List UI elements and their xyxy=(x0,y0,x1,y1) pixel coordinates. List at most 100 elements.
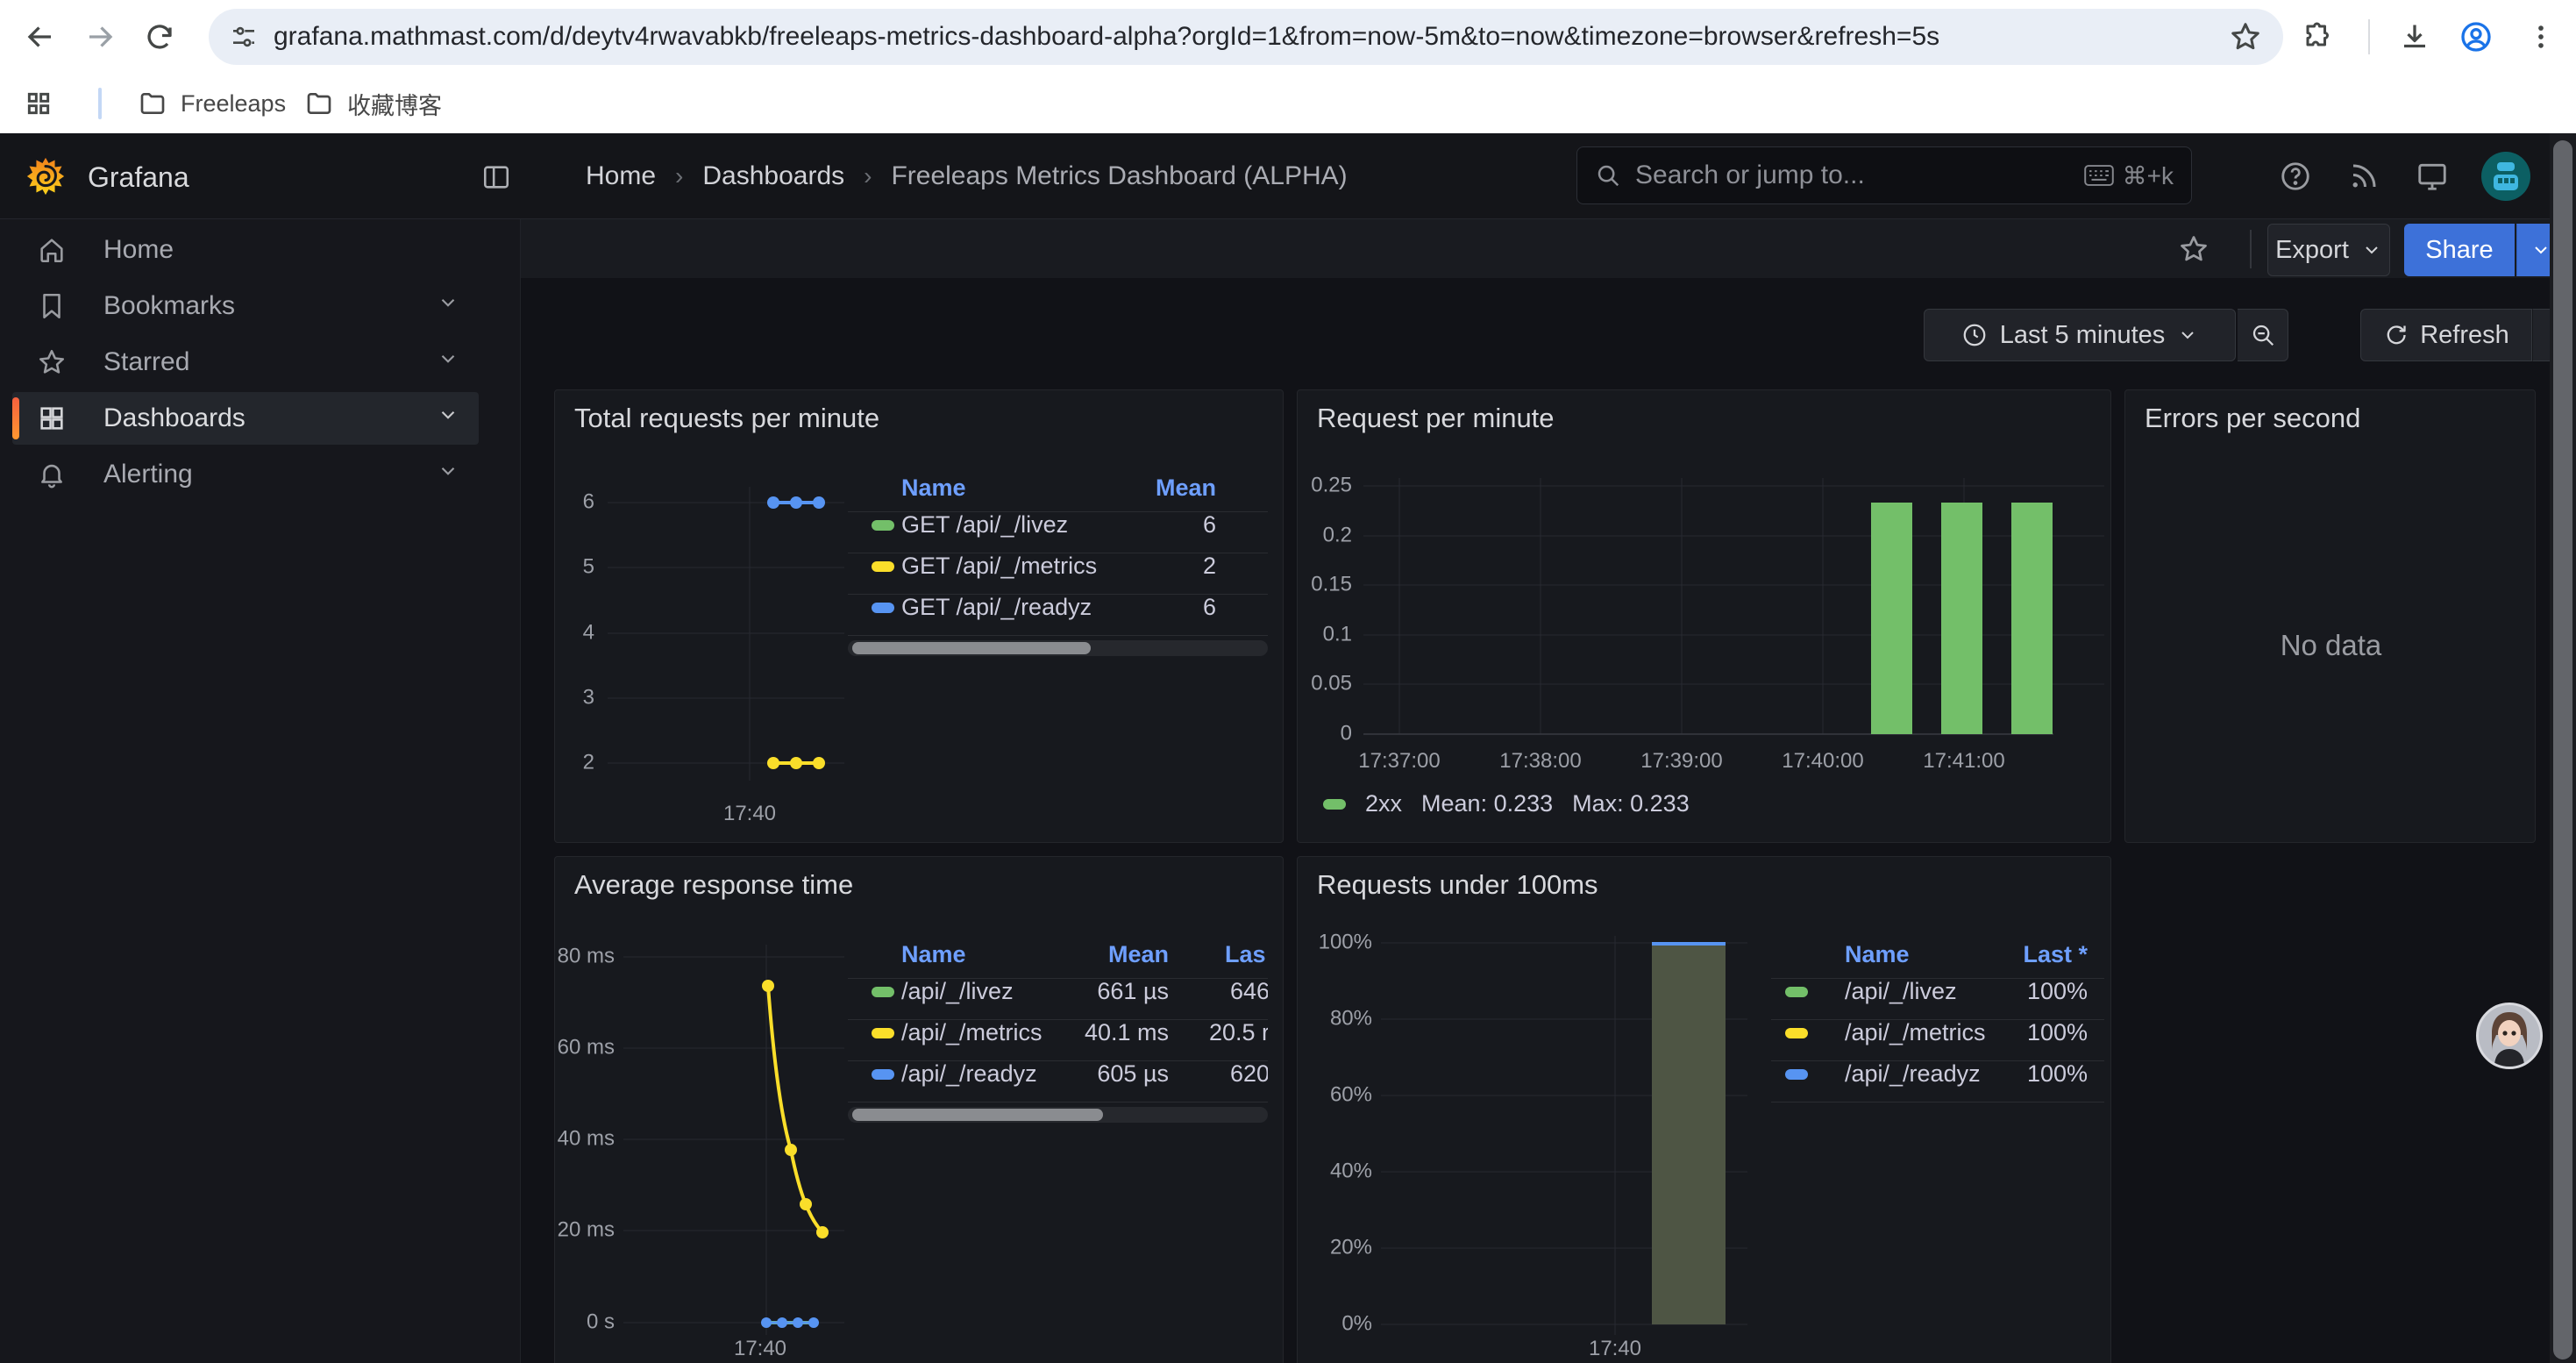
sidebar-item-label: Dashboards xyxy=(103,403,246,433)
legend-header-mean[interactable]: Mean xyxy=(1146,475,1216,502)
bell-icon xyxy=(37,460,67,489)
chevron-down-icon[interactable] xyxy=(437,460,459,489)
sidebar-item-bookmarks[interactable]: Bookmarks xyxy=(12,280,479,332)
time-range-picker[interactable]: Last 5 minutes xyxy=(1924,309,2236,361)
user-avatar[interactable] xyxy=(2481,152,2530,201)
chevron-down-icon[interactable] xyxy=(437,291,459,321)
toolbar-divider xyxy=(2368,19,2370,54)
page-scrollbar-thumb[interactable] xyxy=(2553,140,2572,1359)
breadcrumb-current: Freeleaps Metrics Dashboard (ALPHA) xyxy=(891,161,1347,191)
series-color-chip xyxy=(1785,1028,1808,1038)
sidebar-item-alerting[interactable]: Alerting xyxy=(12,448,479,501)
refresh-interval-button[interactable] xyxy=(2532,309,2550,361)
zoom-out-button[interactable] xyxy=(2238,309,2288,361)
legend-header-last[interactable]: Las xyxy=(1225,941,1266,968)
legend-header-name[interactable]: Name xyxy=(901,941,966,968)
panel-title[interactable]: Errors per second xyxy=(2145,403,2360,434)
chevron-down-icon[interactable] xyxy=(437,403,459,433)
chevron-down-icon xyxy=(2361,239,2382,260)
search-input[interactable]: Search or jump to... ⌘+k xyxy=(1576,146,2192,204)
profile-icon[interactable] xyxy=(2457,18,2495,56)
series-mean: Mean: 0.233 xyxy=(1421,790,1553,817)
address-bar[interactable]: grafana.mathmast.com/d/deytv4rwavabkb/fr… xyxy=(209,9,2283,65)
no-data-message: No data xyxy=(2125,629,2537,662)
refresh-icon xyxy=(2383,323,2408,347)
reload-icon[interactable] xyxy=(140,18,179,56)
bookmark-folder-freeleaps[interactable]: Freeleaps xyxy=(123,81,302,126)
collapse-sidebar-icon[interactable] xyxy=(475,156,517,198)
zoom-out-icon xyxy=(2250,322,2276,348)
bookmark-icon xyxy=(37,291,67,321)
news-rss-icon[interactable] xyxy=(2343,155,2385,197)
chevron-down-icon xyxy=(2530,239,2551,260)
legend-row[interactable]: 2xx Mean: 0.233 Max: 0.233 xyxy=(1323,790,1690,817)
extensions-icon[interactable] xyxy=(2299,18,2338,56)
legend-header-mean[interactable]: Mean xyxy=(1099,941,1169,968)
breadcrumb-home[interactable]: Home xyxy=(586,161,656,191)
sidebar-item-label: Starred xyxy=(103,347,189,377)
help-icon[interactable] xyxy=(2274,155,2316,197)
svg-text:17:39:00: 17:39:00 xyxy=(1640,749,1722,773)
url-text[interactable]: grafana.mathmast.com/d/deytv4rwavabkb/fr… xyxy=(274,22,1939,52)
svg-text:0.05: 0.05 xyxy=(1311,671,1352,695)
monitor-icon[interactable] xyxy=(2411,155,2453,197)
star-icon xyxy=(37,347,67,377)
series-color-chip xyxy=(872,1069,894,1080)
apps-grid-icon[interactable] xyxy=(19,84,58,123)
svg-text:20%: 20% xyxy=(1330,1235,1372,1259)
forward-icon[interactable] xyxy=(81,18,119,56)
sidebar-item-label: Bookmarks xyxy=(103,291,235,321)
legend-header-name[interactable]: Name xyxy=(1845,941,1910,968)
svg-text:17:40: 17:40 xyxy=(1589,1337,1641,1360)
panel-request-per-minute: Request per minute 0.25 0.2 0.15 0.1 0.0… xyxy=(1297,389,2111,843)
legend-scrollbar[interactable] xyxy=(848,640,1268,656)
svg-text:3: 3 xyxy=(583,685,594,709)
svg-text:6: 6 xyxy=(583,489,594,513)
export-button[interactable]: Export xyxy=(2267,224,2390,276)
svg-text:2: 2 xyxy=(583,750,594,774)
svg-text:17:40: 17:40 xyxy=(734,1337,786,1360)
bookmarks-bar: Freeleaps 收藏博客 xyxy=(0,74,2576,133)
series-color-chip xyxy=(872,603,894,613)
panel-requests-under-100ms: Requests under 100ms 100% 80% 60% 40% 20… xyxy=(1297,856,2111,1363)
svg-text:17:40:00: 17:40:00 xyxy=(1782,749,1863,773)
svg-text:40%: 40% xyxy=(1330,1159,1372,1182)
active-indicator xyxy=(12,397,19,439)
bookmarks-divider xyxy=(98,88,102,119)
site-settings-icon[interactable] xyxy=(230,23,258,51)
dashboard-actions-bar: Export Share xyxy=(521,219,2576,278)
panel-total-requests: Total requests per minute 6 5 4 3 2 17:4… xyxy=(554,389,1284,843)
series-color-chip xyxy=(872,1028,894,1038)
assistant-avatar[interactable] xyxy=(2476,1003,2543,1069)
svg-text:4: 4 xyxy=(583,620,594,644)
breadcrumb-separator: › xyxy=(675,162,683,190)
svg-text:20 ms: 20 ms xyxy=(558,1217,615,1241)
svg-text:0.15: 0.15 xyxy=(1311,572,1352,596)
back-icon[interactable] xyxy=(21,18,60,56)
legend-header-last[interactable]: Last * xyxy=(2009,941,2088,968)
svg-text:80 ms: 80 ms xyxy=(558,944,615,967)
share-button[interactable]: Share xyxy=(2404,224,2515,276)
svg-text:60 ms: 60 ms xyxy=(558,1035,615,1059)
series-color-chip xyxy=(872,520,894,531)
breadcrumb-dashboards[interactable]: Dashboards xyxy=(702,161,844,191)
sidebar-item-starred[interactable]: Starred xyxy=(12,336,479,389)
downloads-icon[interactable] xyxy=(2395,18,2434,56)
legend-header-name[interactable]: Name xyxy=(901,475,966,502)
series-color-chip xyxy=(1785,987,1808,997)
browser-menu-icon[interactable] xyxy=(2522,18,2560,56)
chevron-down-icon[interactable] xyxy=(437,347,459,377)
svg-text:0%: 0% xyxy=(1341,1311,1372,1335)
bookmark-star-icon[interactable] xyxy=(2229,20,2262,54)
sidebar-item-home[interactable]: Home xyxy=(12,224,479,276)
legend-scrollbar[interactable] xyxy=(848,1107,1268,1123)
favorite-star-icon[interactable] xyxy=(2173,228,2215,270)
series-color-chip xyxy=(1785,1069,1808,1080)
sidebar-item-dashboards[interactable]: Dashboards xyxy=(12,392,479,445)
series-color-chip xyxy=(872,561,894,572)
refresh-button[interactable]: Refresh xyxy=(2360,309,2532,361)
bookmark-folder-blogs[interactable]: 收藏博客 xyxy=(289,81,458,126)
svg-text:100%: 100% xyxy=(1319,930,1372,953)
grafana-logo[interactable] xyxy=(26,157,65,196)
svg-text:0.1: 0.1 xyxy=(1323,622,1352,646)
